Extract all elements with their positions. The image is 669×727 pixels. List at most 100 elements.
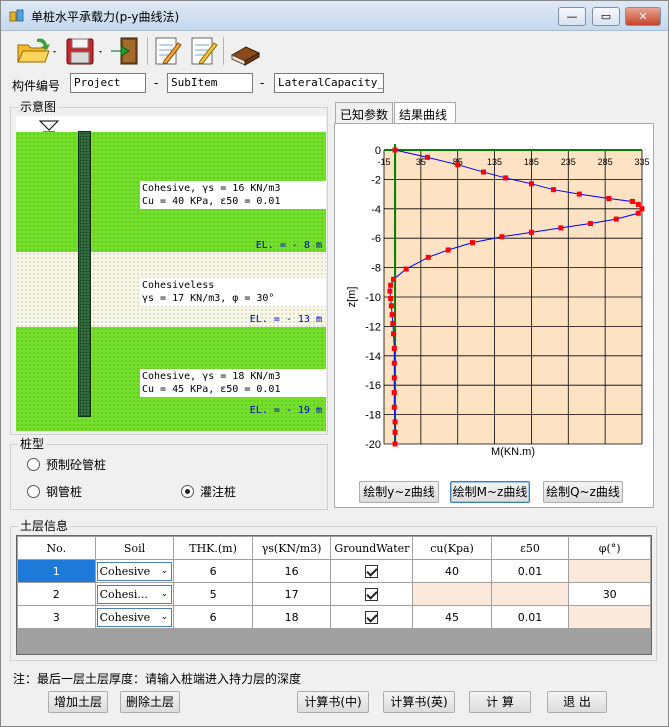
radio-label: 灌注桩 [200, 485, 237, 499]
soil-type-dropdown[interactable]: Cohesive ⌄ [96, 607, 173, 627]
layer-1-description: Cohesive, γs = 16 KN/m3 Cu = 40 KPa, ε50… [140, 181, 326, 209]
soil-type-dropdown[interactable]: Cohesi... ⌄ [96, 584, 173, 604]
radio-circle-selected-icon[interactable] [181, 485, 194, 498]
soil-type-value: Cohesive [99, 564, 151, 578]
radio-precast-pile[interactable]: 预制砼管桩 [27, 456, 106, 473]
y-tick-label: -14 [365, 351, 381, 363]
column-header: φ(°) [568, 536, 651, 560]
cell-phi[interactable] [568, 559, 651, 583]
radio-bored-pile[interactable]: 灌注桩 [181, 483, 236, 500]
layer-1-line1: Cohesive, γs = 16 KN/m3 [142, 183, 281, 194]
exit-icon[interactable] [109, 35, 141, 67]
subitem-field[interactable]: SubItem [167, 73, 253, 93]
cell-cu[interactable] [412, 582, 492, 606]
column-header: cu(Kpa) [412, 536, 492, 560]
edit-note2-icon[interactable] [187, 35, 219, 67]
cell-phi[interactable]: 30 [568, 582, 651, 606]
soil-layer-3: Cohesive, γs = 18 KN/m3 Cu = 45 KPa, ε50… [16, 327, 326, 431]
scheme-canvas: Cohesive, γs = 16 KN/m3 Cu = 40 KPa, ε50… [16, 116, 326, 431]
report-en-button[interactable]: 计算书(英) [383, 691, 455, 713]
chevron-down-icon[interactable]: ⌄ [157, 566, 171, 576]
tab-result-curve[interactable]: 结果曲线 [394, 102, 456, 125]
toolbar [1, 32, 668, 70]
cell-cu[interactable]: 45 [412, 605, 492, 629]
component-name-field[interactable]: LateralCapacity_0: [274, 73, 384, 93]
edit-note-icon[interactable] [151, 35, 183, 67]
cell-gs[interactable]: 16 [251, 559, 332, 583]
cell-no[interactable]: 2 [17, 582, 96, 606]
book-icon[interactable] [229, 35, 261, 67]
cell-soil[interactable]: Cohesi... ⌄ [94, 582, 175, 606]
y-tick-label: -2 [371, 174, 381, 186]
x-tick-label: 235 [561, 157, 576, 167]
draw-q-z-button[interactable]: 绘制Q~z曲线 [543, 481, 623, 503]
delete-layer-button[interactable]: 删除土层 [120, 691, 180, 713]
cell-cu[interactable]: 40 [412, 559, 492, 583]
data-point [392, 429, 398, 435]
cell-gw[interactable] [330, 559, 414, 583]
report-cn-button[interactable]: 计算书(中) [297, 691, 369, 713]
table-row[interactable]: 1 Cohesive ⌄ 6 16 40 0.01 [17, 559, 651, 583]
x-tick-label: 185 [524, 157, 539, 167]
soil-type-value: Cohesive [99, 610, 151, 624]
data-point [629, 198, 635, 204]
add-layer-button[interactable]: 增加土层 [48, 691, 108, 713]
data-point [481, 169, 487, 175]
radio-circle-icon[interactable] [27, 458, 40, 471]
cell-e50[interactable]: 0.01 [490, 605, 570, 629]
table-row[interactable]: 3 Cohesive ⌄ 6 18 45 0.01 [17, 605, 651, 629]
save-icon[interactable] [63, 35, 107, 67]
table-row[interactable]: 2 Cohesi... ⌄ 5 17 30 [17, 582, 651, 606]
dash-separator: - [154, 76, 159, 90]
layer-3-description: Cohesive, γs = 18 KN/m3 Cu = 45 KPa, ε50… [140, 369, 326, 397]
cell-soil[interactable]: Cohesive ⌄ [94, 605, 175, 629]
draw-m-z-button[interactable]: 绘制M~z曲线 [450, 481, 530, 503]
draw-y-z-button[interactable]: 绘制y~z曲线 [359, 481, 439, 503]
pile-type-group [10, 444, 328, 510]
exit-button[interactable]: 退 出 [547, 691, 607, 713]
data-point [392, 419, 398, 425]
minimize-button[interactable]: — [558, 7, 586, 26]
chevron-down-icon[interactable]: ⌄ [157, 589, 171, 599]
radio-circle-icon[interactable] [27, 485, 40, 498]
cell-gs[interactable]: 18 [251, 605, 332, 629]
chevron-down-icon[interactable]: ⌄ [157, 612, 171, 622]
x-tick-label: 35 [416, 157, 426, 167]
soil-layer-2: Cohesiveless γs = 17 KN/m3, φ = 30° EL. … [16, 252, 326, 327]
data-point [391, 345, 397, 351]
cell-gw[interactable] [330, 582, 414, 606]
cell-thk[interactable]: 5 [173, 582, 253, 606]
cell-no[interactable]: 1 [17, 559, 96, 583]
tab-known-params[interactable]: 已知参数 [335, 102, 393, 124]
radio-steel-pile[interactable]: 钢管桩 [27, 483, 82, 500]
calculate-button[interactable]: 计 算 [469, 691, 531, 713]
data-point [606, 196, 612, 202]
groundwater-checkbox[interactable] [365, 587, 379, 601]
cell-e50[interactable] [490, 582, 570, 606]
data-point [392, 147, 398, 153]
open-folder-icon[interactable] [15, 35, 59, 67]
pile-shape [78, 131, 91, 417]
data-point [387, 288, 393, 294]
toolbar-separator [223, 37, 224, 65]
project-field[interactable]: Project [70, 73, 146, 93]
app-window: 单桩水平承载力(p-y曲线法) — ▭ ✕ 构件编号 Project - Sub… [0, 0, 669, 727]
maximize-button[interactable]: ▭ [592, 7, 620, 26]
cell-e50[interactable]: 0.01 [490, 559, 570, 583]
ground-surface-area [16, 116, 326, 132]
close-button[interactable]: ✕ [625, 7, 661, 26]
cell-thk[interactable]: 6 [173, 559, 253, 583]
cell-gw[interactable] [330, 605, 414, 629]
groundwater-checkbox[interactable] [365, 564, 379, 578]
x-tick-label: 285 [598, 157, 613, 167]
cell-thk[interactable]: 6 [173, 605, 253, 629]
data-point [499, 234, 505, 240]
y-tick-label: -16 [365, 380, 381, 392]
soil-type-dropdown[interactable]: Cohesive ⌄ [96, 561, 173, 581]
cell-phi[interactable] [568, 605, 651, 629]
soil-data-grid: No. Soil THK.(m) γs(KN/m3) GroundWater cu(Kpa… [16, 535, 652, 655]
cell-no[interactable]: 3 [17, 605, 96, 629]
cell-soil[interactable]: Cohesive ⌄ [94, 559, 175, 583]
cell-gs[interactable]: 17 [251, 582, 332, 606]
groundwater-checkbox[interactable] [365, 610, 379, 624]
